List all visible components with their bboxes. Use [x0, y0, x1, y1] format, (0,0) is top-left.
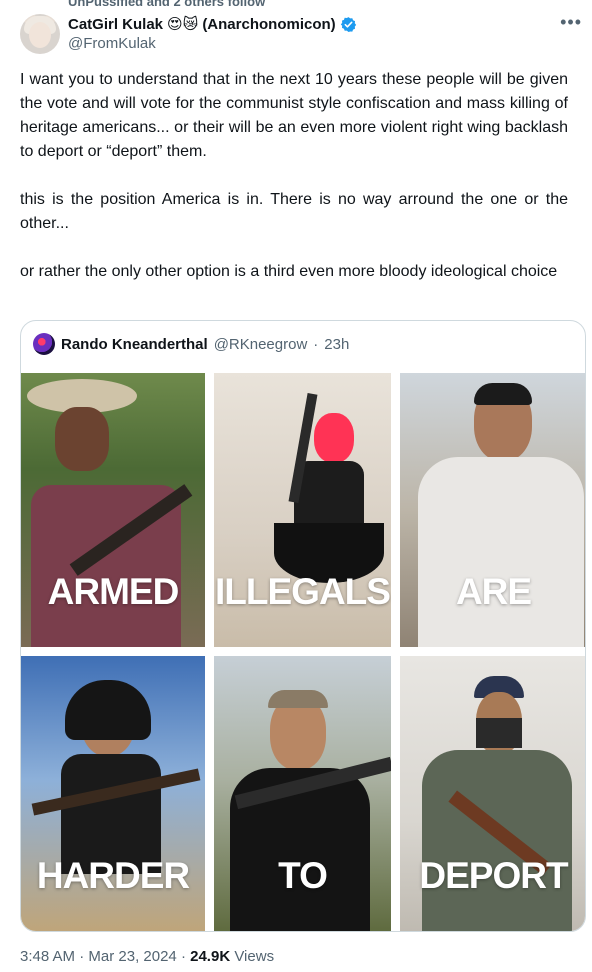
cap-shape	[268, 690, 328, 708]
quoted-author-avatar	[33, 333, 55, 355]
tweet-paragraph: I want you to understand that in the nex…	[20, 71, 568, 160]
image-tile[interactable]: DEPORT	[400, 656, 585, 931]
tweet-footer: 3:48 AM · Mar 23, 2024 · 24.9K Views	[20, 948, 274, 965]
footer-separator: ·	[180, 948, 186, 965]
tile-caption: ILLEGALS	[215, 571, 391, 612]
quoted-time: 23h	[324, 335, 350, 353]
tweet-text: I want you to understand that in the nex…	[20, 68, 568, 308]
quoted-tweet-header: Rando Kneanderthal @RKneegrow · 23h	[33, 333, 349, 355]
tweet-time[interactable]: 3:48 AM	[20, 948, 75, 965]
image-tile[interactable]: HARDER	[21, 656, 205, 931]
tile-caption: HARDER	[36, 855, 190, 896]
sweater-shape	[418, 457, 584, 647]
author-avatar[interactable]	[20, 14, 60, 54]
verified-badge-icon	[340, 16, 356, 32]
image-tile[interactable]: TO	[214, 656, 391, 931]
author-name-suffix[interactable]: (Anarchonomicon)	[202, 16, 335, 33]
quoted-author-name: Rando Kneanderthal	[61, 335, 208, 353]
quoted-author-handle: @RKneegrow	[213, 335, 308, 353]
avatar-face	[29, 22, 51, 48]
face-shape	[55, 407, 109, 471]
hair-shape	[474, 383, 532, 405]
tweet-date[interactable]: Mar 23, 2024	[88, 948, 176, 965]
views-count: 24.9K	[190, 948, 231, 965]
quoted-separator: ·	[313, 335, 319, 353]
tweet-paragraph: this is the position America is in. Ther…	[20, 191, 568, 232]
image-tile[interactable]: ARE	[400, 373, 585, 647]
footer-separator: ·	[79, 948, 85, 965]
tile-caption: TO	[278, 855, 328, 896]
social-context[interactable]: UnPussified and 2 others follow	[68, 0, 265, 9]
shirt-shape	[422, 750, 572, 931]
more-horizontal-icon[interactable]: •••	[560, 12, 582, 33]
tweet-paragraph: or rather the only other option is a thi…	[20, 263, 558, 280]
image-grid[interactable]: ARMED ILLEGALS ARE HARDER TO DEPORT	[21, 373, 585, 931]
image-tile[interactable]: ILLEGALS	[214, 373, 391, 647]
bandana-shape	[476, 718, 522, 748]
quoted-tweet[interactable]: Rando Kneanderthal @RKneegrow · 23h ARME…	[20, 320, 586, 932]
author-emojis: 😍😿	[167, 16, 199, 33]
author-display-name[interactable]: CatGirl Kulak	[68, 16, 163, 33]
views-label: Views	[234, 948, 275, 965]
author-name-row[interactable]: CatGirl Kulak 😍😿 (Anarchonomicon)	[68, 15, 357, 33]
balaclava-shape	[314, 413, 354, 463]
tile-caption: ARMED	[47, 571, 180, 612]
hair-shape	[65, 680, 151, 740]
image-tile[interactable]: ARMED	[21, 373, 205, 647]
tile-caption: ARE	[455, 571, 532, 612]
author-handle[interactable]: @FromKulak	[68, 35, 156, 52]
tile-caption: DEPORT	[419, 855, 568, 896]
